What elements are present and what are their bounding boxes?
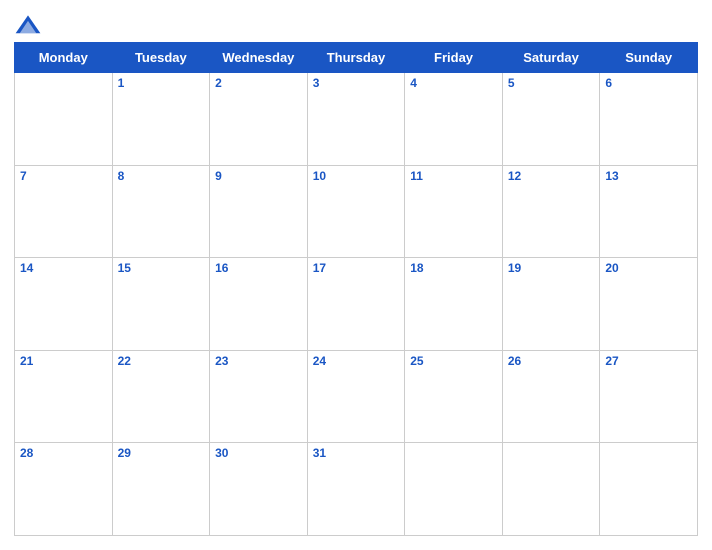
day-header-tuesday: Tuesday [112,43,210,73]
week-row-2: 789 10 11 12 13 [15,165,698,258]
date-number: 15 [118,261,205,275]
date-number: 17 [313,261,400,275]
date-number: 9 [215,169,302,183]
calendar-cell: 14 [15,258,113,351]
calendar-cell: 23 [210,350,308,443]
calendar-cell: 10 [307,165,405,258]
calendar-cell: 31 [307,443,405,536]
date-number: 22 [118,354,205,368]
calendar-cell: 22 [112,350,210,443]
logo [14,14,45,36]
calendar-cell: 7 [15,165,113,258]
calendar-cell: 13 [600,165,698,258]
date-number: 23 [215,354,302,368]
day-header-thursday: Thursday [307,43,405,73]
calendar-cell [405,443,503,536]
calendar-cell [600,443,698,536]
calendar-cell: 6 [600,73,698,166]
date-number: 12 [508,169,595,183]
calendar-cell: 18 [405,258,503,351]
day-header-saturday: Saturday [502,43,600,73]
date-number: 29 [118,446,205,460]
date-number: 7 [20,169,107,183]
calendar-cell: 26 [502,350,600,443]
calendar-cell: 1 [112,73,210,166]
calendar-cell: 3 [307,73,405,166]
day-header-friday: Friday [405,43,503,73]
calendar-cell: 16 [210,258,308,351]
date-number: 26 [508,354,595,368]
day-header-monday: Monday [15,43,113,73]
calendar-cell: 2 [210,73,308,166]
calendar-cell: 25 [405,350,503,443]
calendar-cell: 20 [600,258,698,351]
calendar-cell: 21 [15,350,113,443]
date-number: 4 [410,76,497,90]
date-number: 16 [215,261,302,275]
date-number: 27 [605,354,692,368]
date-number: 8 [118,169,205,183]
calendar-cell: 17 [307,258,405,351]
date-number: 14 [20,261,107,275]
date-number: 10 [313,169,400,183]
date-number: 1 [118,76,205,90]
calendar-cell: 12 [502,165,600,258]
logo-bird-icon [14,14,42,36]
day-headers-row: MondayTuesdayWednesdayThursdayFridaySatu… [15,43,698,73]
calendar-cell: 11 [405,165,503,258]
calendar-cell: 30 [210,443,308,536]
date-number: 30 [215,446,302,460]
calendar-cell: 27 [600,350,698,443]
calendar-cell [15,73,113,166]
date-number: 21 [20,354,107,368]
date-number: 2 [215,76,302,90]
date-number: 11 [410,169,497,183]
calendar-cell: 24 [307,350,405,443]
date-number: 13 [605,169,692,183]
calendar-cell: 19 [502,258,600,351]
date-number: 31 [313,446,400,460]
week-row-5: 28 29 30 31 [15,443,698,536]
date-number: 24 [313,354,400,368]
week-row-4: 21 22 23 24 25 26 27 [15,350,698,443]
date-number: 25 [410,354,497,368]
date-number: 19 [508,261,595,275]
calendar-table: MondayTuesdayWednesdayThursdayFridaySatu… [14,42,698,536]
date-number: 5 [508,76,595,90]
date-number: 18 [410,261,497,275]
calendar-header [14,10,698,42]
date-number: 20 [605,261,692,275]
calendar-cell: 4 [405,73,503,166]
week-row-1: 123456 [15,73,698,166]
calendar-cell: 28 [15,443,113,536]
calendar-cell: 8 [112,165,210,258]
calendar-cell [502,443,600,536]
day-header-wednesday: Wednesday [210,43,308,73]
date-number: 28 [20,446,107,460]
calendar-cell: 9 [210,165,308,258]
day-header-sunday: Sunday [600,43,698,73]
calendar-cell: 29 [112,443,210,536]
date-number: 6 [605,76,692,90]
date-number: 3 [313,76,400,90]
week-row-3: 14 15 16 17 18 19 20 [15,258,698,351]
calendar-cell: 5 [502,73,600,166]
calendar-cell: 15 [112,258,210,351]
